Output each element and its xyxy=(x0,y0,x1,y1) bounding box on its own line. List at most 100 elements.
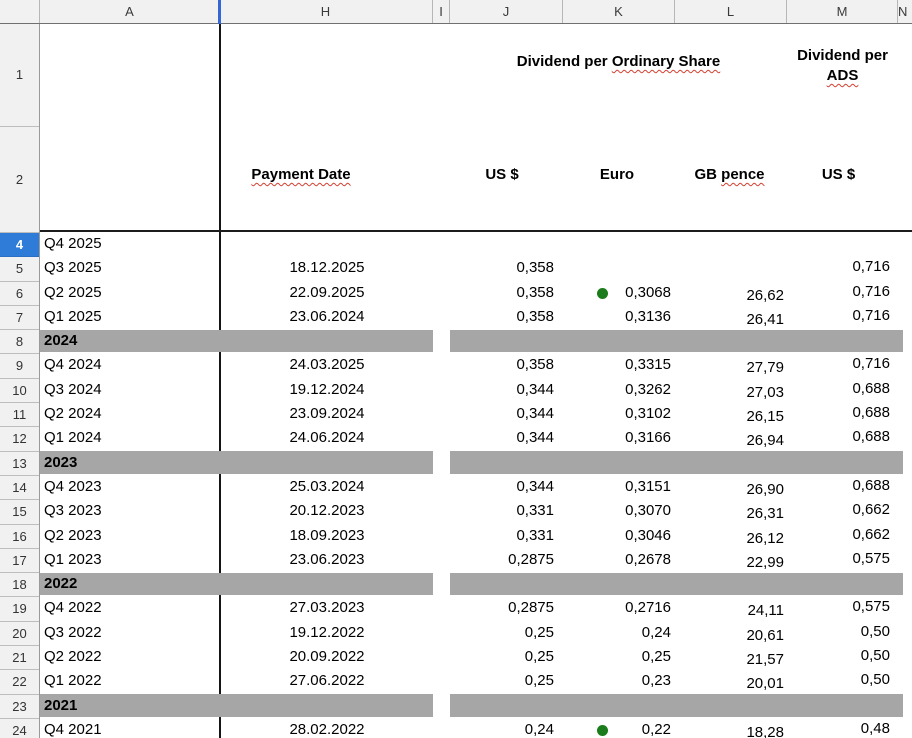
ordinary-share-group-header[interactable]: Dividend per Ordinary Share xyxy=(450,53,787,70)
cell-dividend-euro[interactable]: 0,3262 xyxy=(563,378,671,402)
cell-dividend-euro[interactable]: 0,3136 xyxy=(563,305,671,329)
row-header-2[interactable]: 2 xyxy=(0,127,39,233)
year-label[interactable]: 2024 xyxy=(44,329,77,353)
usd-header[interactable]: US $ xyxy=(450,166,554,183)
row-header-5[interactable]: 5 xyxy=(0,257,39,281)
cell-dividend-usd[interactable]: 0,344 xyxy=(450,378,554,402)
cell-payment-date[interactable]: 24.06.2024 xyxy=(221,426,433,450)
cell-payment-date[interactable]: 23.06.2023 xyxy=(221,548,433,572)
cell-dividend-euro[interactable]: 0,24 xyxy=(563,621,671,645)
cell-dividend-ads-usd[interactable]: 0,50 xyxy=(787,668,890,692)
cell-dividend-ads-usd[interactable]: 0,662 xyxy=(787,498,890,522)
cell-payment-date[interactable]: 27.03.2023 xyxy=(221,596,433,620)
column-header-K[interactable]: K xyxy=(563,0,675,23)
row-header-18[interactable]: 18 xyxy=(0,573,39,597)
cell-quarter[interactable]: Q3 2022 xyxy=(44,621,102,645)
column-header-L[interactable]: L xyxy=(675,0,787,23)
cell-payment-date[interactable]: 18.12.2025 xyxy=(221,256,433,280)
select-all-corner[interactable] xyxy=(0,0,40,23)
row-header-13[interactable]: 13 xyxy=(0,452,39,476)
cell-payment-date[interactable]: 23.09.2024 xyxy=(221,402,433,426)
cell-dividend-usd[interactable]: 0,24 xyxy=(450,718,554,738)
cell-dividend-usd[interactable]: 0,2875 xyxy=(450,596,554,620)
row-header-15[interactable]: 15 xyxy=(0,500,39,524)
row-header-23[interactable]: 23 xyxy=(0,695,39,719)
cell-quarter[interactable]: Q1 2022 xyxy=(44,669,102,693)
cell-dividend-euro[interactable]: 0,3151 xyxy=(563,475,671,499)
cell-dividend-ads-usd[interactable] xyxy=(787,231,890,255)
ads-usd-header[interactable]: US $ xyxy=(787,166,890,183)
row-header-21[interactable]: 21 xyxy=(0,646,39,670)
cell-quarter[interactable]: Q2 2024 xyxy=(44,402,102,426)
euro-header[interactable]: Euro xyxy=(563,166,671,183)
cell-quarter[interactable]: Q3 2023 xyxy=(44,499,102,523)
row-header-20[interactable]: 20 xyxy=(0,622,39,646)
cell-dividend-ads-usd[interactable]: 0,575 xyxy=(787,595,890,619)
cell-dividend-euro[interactable]: 0,23 xyxy=(563,669,671,693)
row-header-19[interactable]: 19 xyxy=(0,597,39,621)
row-header-11[interactable]: 11 xyxy=(0,403,39,427)
cell-dividend-usd[interactable]: 0,344 xyxy=(450,426,554,450)
cell-quarter[interactable]: Q2 2022 xyxy=(44,645,102,669)
row-header-14[interactable]: 14 xyxy=(0,476,39,500)
cell-payment-date[interactable]: 28.02.2022 xyxy=(221,718,433,738)
column-header-I[interactable]: I xyxy=(433,0,450,23)
row-header-16[interactable]: 16 xyxy=(0,525,39,549)
cell-dividend-euro[interactable]: 0,2716 xyxy=(563,596,671,620)
cell-dividend-usd[interactable]: 0,358 xyxy=(450,256,554,280)
year-label[interactable]: 2021 xyxy=(44,694,77,718)
column-header-M[interactable]: M xyxy=(787,0,898,23)
cell-dividend-ads-usd[interactable]: 0,50 xyxy=(787,620,890,644)
column-header-H[interactable]: H xyxy=(219,0,433,23)
cell-dividend-usd[interactable]: 0,358 xyxy=(450,353,554,377)
cell-dividend-euro[interactable]: 0,2678 xyxy=(563,548,671,572)
cell-quarter[interactable]: Q4 2021 xyxy=(44,718,102,738)
cell-dividend-usd[interactable] xyxy=(450,232,554,256)
cell-payment-date[interactable]: 19.12.2024 xyxy=(221,378,433,402)
cell-dividend-ads-usd[interactable]: 0,688 xyxy=(787,377,890,401)
cell-dividend-euro[interactable]: 0,25 xyxy=(563,645,671,669)
cell-dividend-euro[interactable]: 0,3070 xyxy=(563,499,671,523)
cell-dividend-ads-usd[interactable]: 0,716 xyxy=(787,280,890,304)
cell-payment-date[interactable]: 19.12.2022 xyxy=(221,621,433,645)
cell-payment-date[interactable]: 23.06.2024 xyxy=(221,305,433,329)
row-header-4[interactable]: 4 xyxy=(0,233,39,257)
cell-dividend-ads-usd[interactable]: 0,48 xyxy=(787,717,890,738)
cell-dividend-euro[interactable] xyxy=(563,232,671,256)
cell-dividend-usd[interactable]: 0,344 xyxy=(450,475,554,499)
year-label[interactable]: 2023 xyxy=(44,451,77,475)
column-header-N[interactable]: N xyxy=(898,0,912,23)
cell-dividend-euro[interactable]: 0,3068 xyxy=(563,281,671,305)
cell-quarter[interactable]: Q3 2025 xyxy=(44,256,102,280)
cell-dividend-ads-usd[interactable]: 0,688 xyxy=(787,425,890,449)
cell-dividend-usd[interactable]: 0,331 xyxy=(450,499,554,523)
gb-pence-header[interactable]: GB pence xyxy=(675,166,784,183)
cell-quarter[interactable]: Q4 2022 xyxy=(44,596,102,620)
cell-dividend-gb-pence[interactable]: 18,28 xyxy=(675,721,784,738)
cell-payment-date[interactable]: 24.03.2025 xyxy=(221,353,433,377)
cell-dividend-usd[interactable]: 0,358 xyxy=(450,281,554,305)
cell-dividend-ads-usd[interactable]: 0,688 xyxy=(787,401,890,425)
cell-dividend-usd[interactable]: 0,25 xyxy=(450,645,554,669)
year-label[interactable]: 2022 xyxy=(44,572,77,596)
row-header-10[interactable]: 10 xyxy=(0,379,39,403)
cell-dividend-euro[interactable]: 0,3046 xyxy=(563,524,671,548)
row-header-7[interactable]: 7 xyxy=(0,306,39,330)
cell-quarter[interactable]: Q2 2023 xyxy=(44,524,102,548)
cell-dividend-usd[interactable]: 0,331 xyxy=(450,524,554,548)
cell-payment-date[interactable]: 18.09.2023 xyxy=(221,524,433,548)
cell-payment-date[interactable]: 27.06.2022 xyxy=(221,669,433,693)
payment-date-header[interactable]: Payment Date xyxy=(221,166,381,183)
row-header-9[interactable]: 9 xyxy=(0,354,39,378)
row-header-1[interactable]: 1 xyxy=(0,24,39,127)
cell-dividend-ads-usd[interactable]: 0,716 xyxy=(787,352,890,376)
cell-dividend-euro[interactable]: 0,3315 xyxy=(563,353,671,377)
cell-dividend-ads-usd[interactable]: 0,716 xyxy=(787,255,890,279)
column-header-J[interactable]: J xyxy=(450,0,563,23)
cell-payment-date[interactable]: 25.03.2024 xyxy=(221,475,433,499)
cell-dividend-usd[interactable]: 0,2875 xyxy=(450,548,554,572)
cell-quarter[interactable]: Q1 2024 xyxy=(44,426,102,450)
ads-group-header[interactable]: Dividend perADS xyxy=(786,46,899,86)
row-header-12[interactable]: 12 xyxy=(0,427,39,451)
cell-dividend-ads-usd[interactable]: 0,575 xyxy=(787,547,890,571)
